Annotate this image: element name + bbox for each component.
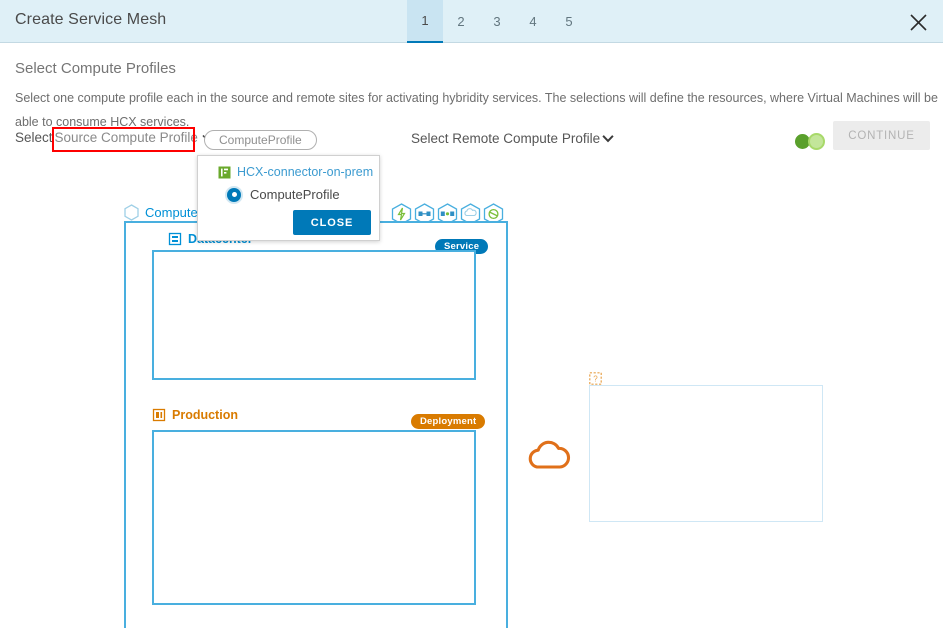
svg-text:?: ?: [593, 374, 598, 383]
cluster-icon: [152, 408, 166, 422]
dialog-title: Create Service Mesh: [15, 11, 167, 28]
wizard-step-4[interactable]: 4: [515, 0, 551, 43]
deployment-badge: Deployment: [411, 414, 486, 429]
production-label-text: Production: [172, 408, 238, 422]
unknown-site-icon: ?: [589, 372, 602, 385]
wizard-step-1[interactable]: 1: [407, 0, 443, 43]
close-icon[interactable]: [903, 7, 933, 37]
production-label: Production: [152, 408, 238, 422]
create-service-mesh-dialog: Create Service Mesh 1 2 3 4 5 Select Com…: [0, 0, 943, 628]
radio-selected-icon[interactable]: [227, 187, 241, 202]
hexagon-icon: [124, 204, 139, 221]
dropdown-site-name: HCX-connector-on-prem: [237, 165, 374, 179]
dropdown-site-row[interactable]: HCX-connector-on-prem: [218, 165, 373, 179]
wizard-step-2[interactable]: 2: [443, 0, 479, 43]
wizard-step-5[interactable]: 5: [551, 0, 587, 43]
remote-site-box: [589, 385, 823, 522]
datacenter-box: [152, 250, 476, 380]
wizard-step-3[interactable]: 3: [479, 0, 515, 43]
datacenter-icon: [168, 232, 182, 246]
hcx-connector-icon: [218, 166, 231, 179]
service-mesh-diagram: ComputeProfile Service Production Deploy…: [0, 44, 943, 628]
production-box: [152, 430, 476, 605]
source-compute-profile-dropdown: HCX-connector-on-prem ComputeProfile CLO…: [197, 155, 380, 241]
dropdown-close-button[interactable]: CLOSE: [293, 210, 371, 235]
dropdown-option-label: ComputeProfile: [250, 187, 340, 202]
dropdown-option-computeprofile[interactable]: ComputeProfile: [227, 187, 340, 202]
cloud-icon: [524, 434, 572, 474]
dialog-titlebar: Create Service Mesh 1 2 3 4 5: [0, 0, 943, 43]
wizard-steps: 1 2 3 4 5: [407, 0, 587, 43]
